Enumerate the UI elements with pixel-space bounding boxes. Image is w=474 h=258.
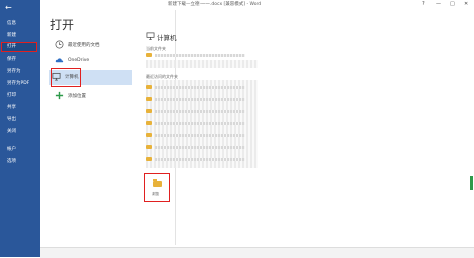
- location-onedrive[interactable]: OneDrive: [52, 54, 132, 69]
- computer-highlight: [51, 68, 81, 87]
- scroll-indicator[interactable]: [470, 176, 473, 190]
- help-icon[interactable]: ?: [422, 1, 425, 7]
- folder-icon: [153, 179, 162, 187]
- folder-icon: [146, 53, 152, 57]
- sidebar-item-export[interactable]: 导出: [2, 116, 36, 124]
- current-folder-item[interactable]: [146, 52, 256, 59]
- location-recent[interactable]: 最近使用的文档: [52, 38, 132, 53]
- section-title: 计算机: [157, 34, 177, 42]
- cloud-icon: [55, 58, 64, 63]
- back-arrow-icon[interactable]: ←: [5, 3, 14, 12]
- sidebar-item-save-as[interactable]: 另存为: [2, 68, 36, 76]
- backstage-sidebar: ← 信息 新建 打开 保存 另存为 另存为PDF 打印 共享 导出 关闭 帐户 …: [0, 0, 40, 257]
- sidebar-item-account[interactable]: 帐户: [2, 146, 36, 154]
- current-folder-path: [146, 60, 258, 68]
- sidebar-item-share[interactable]: 共享: [2, 104, 36, 112]
- sidebar-item-options[interactable]: 选项: [2, 158, 36, 166]
- sidebar-item-print[interactable]: 打印: [2, 92, 36, 100]
- folder-item[interactable]: [146, 144, 256, 151]
- folder-icon: [146, 157, 152, 161]
- folder-icon: [146, 121, 152, 125]
- folder-icon: [146, 109, 152, 113]
- folder-item[interactable]: [146, 96, 256, 103]
- folder-item[interactable]: [146, 84, 256, 91]
- plus-icon: [55, 91, 64, 100]
- clock-icon: [55, 40, 64, 49]
- close-icon[interactable]: ✕: [464, 1, 468, 7]
- browse-button[interactable]: 浏览: [144, 173, 170, 202]
- folder-item[interactable]: [146, 108, 256, 115]
- title-bar: 新建下载—立德·一一.docx [兼容模式] - Word ? — □ ✕: [40, 0, 474, 10]
- folder-icon: [146, 85, 152, 89]
- folder-icon: [146, 145, 152, 149]
- sidebar-item-save[interactable]: 保存: [2, 56, 36, 64]
- status-bar: [40, 247, 474, 258]
- page-title: 打开: [50, 18, 75, 32]
- sidebar-item-close[interactable]: 关闭: [2, 128, 36, 136]
- location-label: 添加位置: [68, 94, 86, 99]
- sidebar-item-info[interactable]: 信息: [2, 20, 36, 28]
- folder-item[interactable]: [146, 120, 256, 127]
- sidebar-item-new[interactable]: 新建: [2, 32, 36, 40]
- location-label: OneDrive: [68, 58, 90, 63]
- maximize-icon[interactable]: □: [450, 1, 455, 7]
- location-add[interactable]: 添加位置: [52, 89, 132, 104]
- folder-icon: [146, 97, 152, 101]
- folder-item[interactable]: [146, 156, 256, 163]
- minimize-icon[interactable]: —: [436, 1, 441, 7]
- sidebar-item-open[interactable]: 打开: [1, 42, 37, 52]
- location-label: 最近使用的文档: [68, 43, 100, 48]
- computer-icon: [146, 32, 155, 40]
- folder-item[interactable]: [146, 132, 256, 139]
- browse-label: 浏览: [152, 192, 159, 196]
- sidebar-item-save-as-pdf[interactable]: 另存为PDF: [2, 80, 36, 88]
- window-title: 新建下载—立德·一一.docx [兼容模式] - Word: [168, 2, 262, 7]
- folder-icon: [146, 133, 152, 137]
